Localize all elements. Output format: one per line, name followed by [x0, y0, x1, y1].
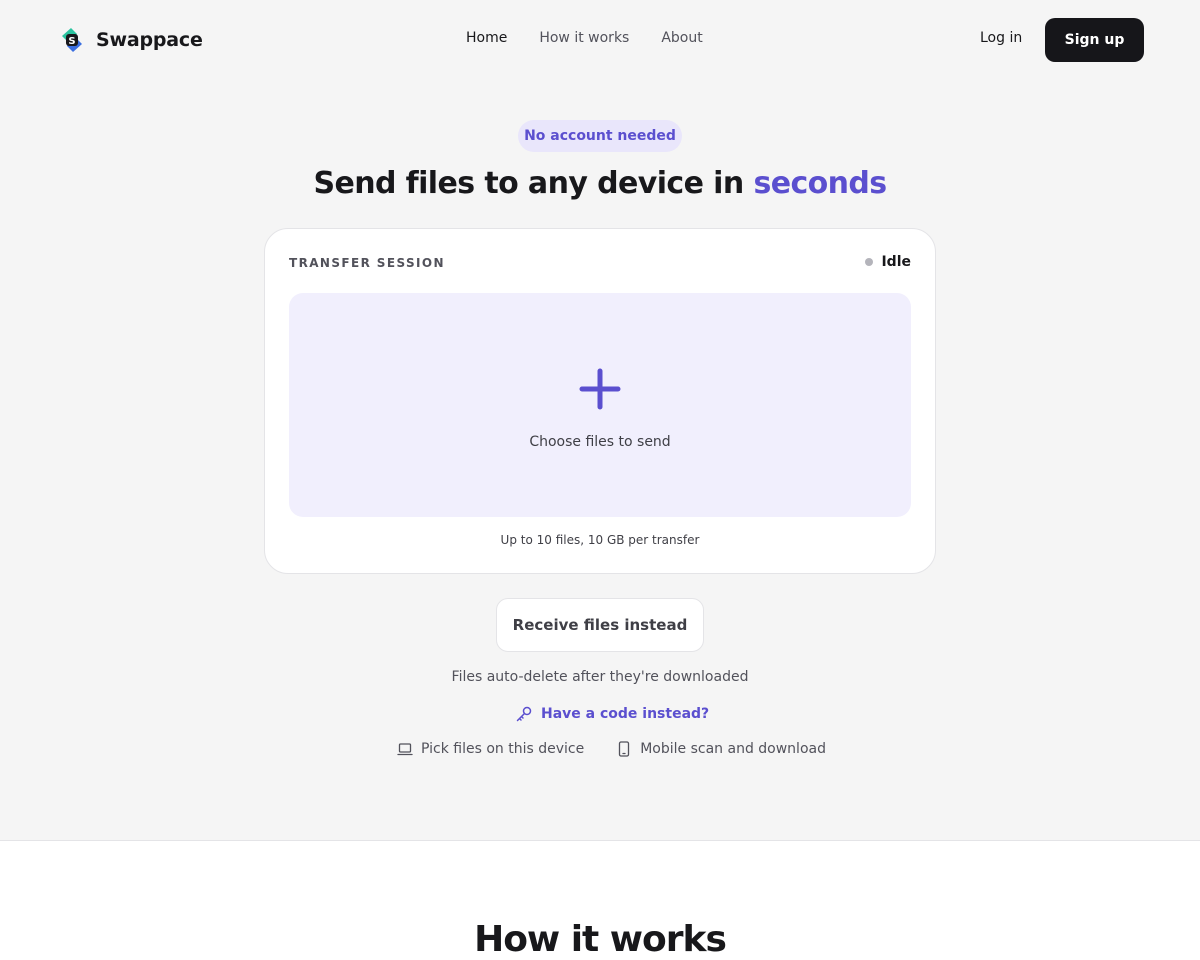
status-label: Idle — [881, 254, 911, 270]
have-code-label: Have a code instead? — [541, 706, 710, 722]
brand-logo[interactable]: S Swappace — [56, 24, 203, 56]
choose-files-label: Choose files to send — [529, 434, 671, 450]
laptop-icon — [397, 743, 413, 756]
autodelete-note: Files auto-delete after they're download… — [451, 669, 749, 685]
pick-files-label: Pick files on this device — [421, 741, 585, 757]
status-indicator: Idle — [865, 254, 911, 270]
logo-icon: S — [62, 28, 82, 52]
pick-files-option[interactable]: Pick files on this device — [397, 741, 584, 757]
page-title: Send files to any device in seconds — [0, 166, 1200, 201]
plus-icon — [579, 368, 621, 410]
receive-files-button[interactable]: Receive files instead — [496, 598, 704, 652]
brand-name: Swappace — [96, 29, 203, 51]
transfer-limits: Up to 10 files, 10 GB per transfer — [500, 533, 700, 547]
main-nav: Home How it works About — [466, 30, 703, 46]
phone-icon — [619, 741, 630, 757]
status-dot-icon — [865, 258, 874, 266]
have-code-link[interactable]: Have a code instead? — [515, 705, 709, 723]
headline-accent: seconds — [753, 166, 887, 201]
transfer-card: TRANSFER SESSION Idle Choose files to se… — [264, 228, 936, 574]
mobile-scan-option[interactable]: Mobile scan and download — [616, 741, 826, 757]
nav-home[interactable]: Home — [466, 30, 507, 46]
login-link[interactable]: Log in — [980, 30, 1022, 46]
key-icon — [516, 706, 532, 722]
site-header: S Swappace Home How it works About Log i… — [0, 0, 1200, 80]
signup-button[interactable]: Sign up — [1045, 18, 1144, 62]
file-dropzone[interactable]: Choose files to send — [289, 293, 911, 517]
mobile-scan-label: Mobile scan and download — [640, 741, 826, 757]
no-account-badge: No account needed — [518, 120, 682, 152]
how-it-works-section: How it works — [0, 840, 1200, 960]
nav-about[interactable]: About — [661, 30, 702, 46]
headline-prefix: Send files to any device in — [313, 166, 744, 201]
nav-how-it-works[interactable]: How it works — [539, 30, 629, 46]
svg-text:S: S — [68, 36, 75, 47]
transfer-session-title: TRANSFER SESSION — [289, 256, 445, 270]
how-it-works-title: How it works — [474, 919, 727, 960]
transfer-options: Pick files on this device Mobile scan an… — [397, 741, 826, 757]
